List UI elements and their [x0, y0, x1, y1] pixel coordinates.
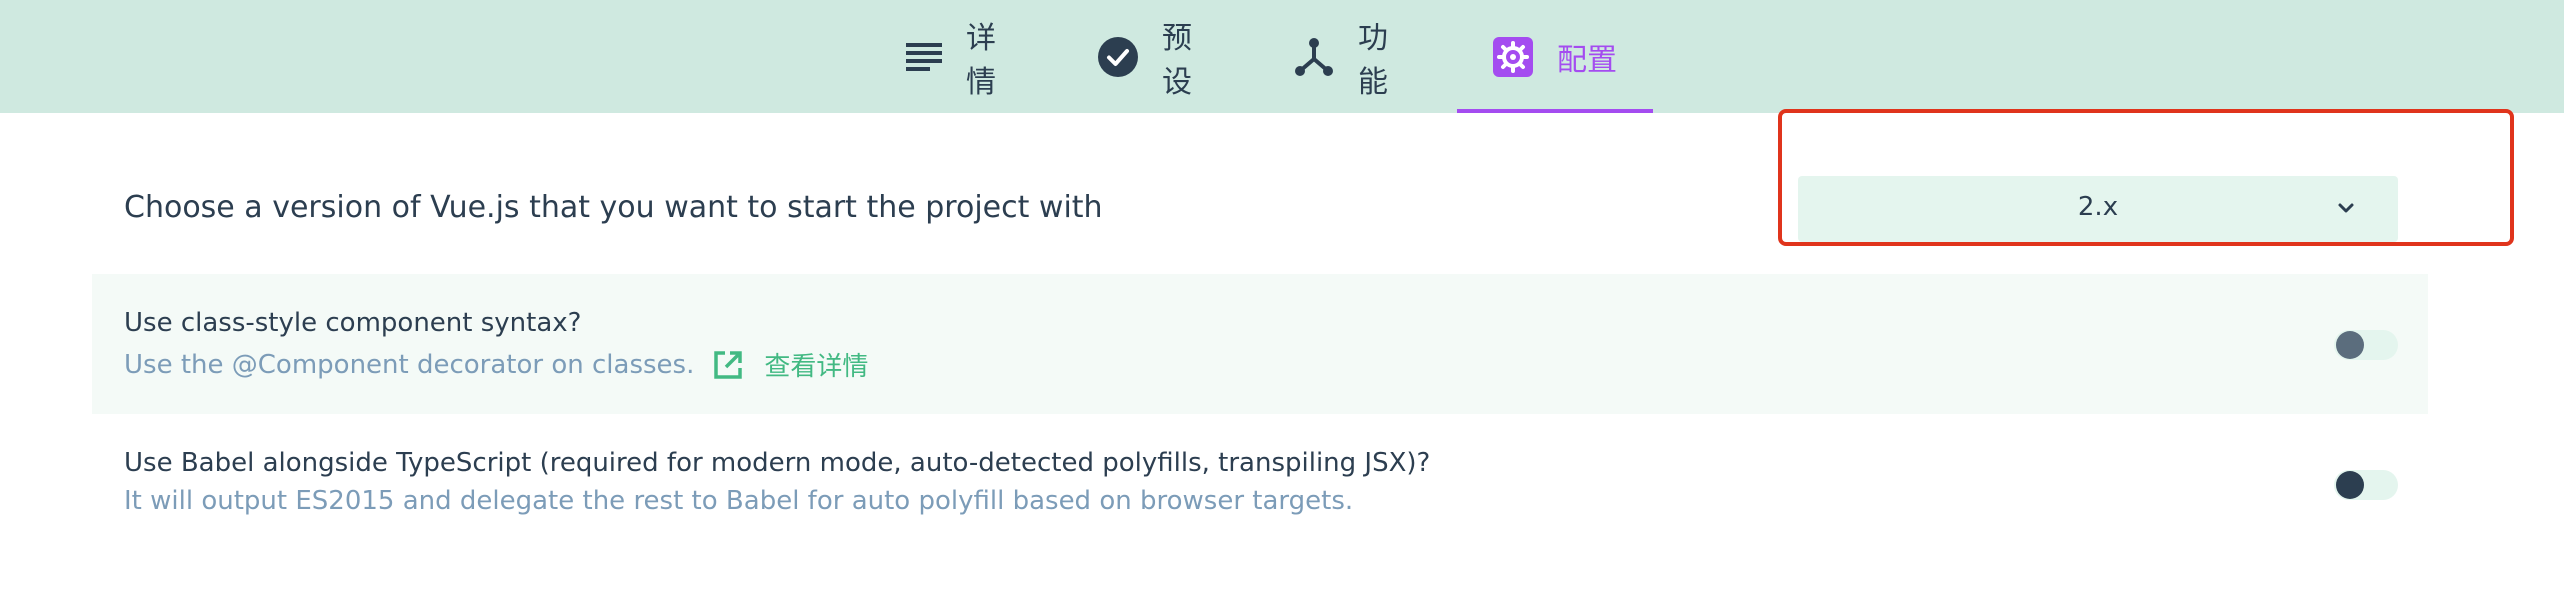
chevron-down-icon [2334, 196, 2358, 220]
toggle-knob [2336, 331, 2364, 359]
tab-config[interactable]: 配置 [1457, 0, 1653, 113]
top-navigation-bar: 详情 预设 功能 配置 [0, 0, 2564, 113]
babel-description: It will output ES2015 and delegate the r… [124, 486, 1354, 516]
babel-toggle[interactable] [2334, 470, 2398, 500]
babel-title: Use Babel alongside TypeScript (required… [124, 448, 1431, 478]
gear-icon [1493, 36, 1533, 77]
vue-version-select[interactable]: 2.x [1798, 176, 2398, 242]
class-style-description: Use the @Component decorator on classes. [124, 349, 695, 380]
tab-presets[interactable]: 预设 [1098, 0, 1192, 113]
external-link-icon [712, 349, 744, 381]
vue-version-label: Choose a version of Vue.js that you want… [124, 190, 1103, 225]
tab-config-label: 配置 [1557, 42, 1617, 78]
more-info-link[interactable]: 查看详情 [712, 346, 868, 383]
tab-details-label: 详情 [966, 20, 996, 100]
list-icon [906, 37, 942, 77]
class-style-option: Use class-style component syntax? Use th… [92, 274, 2428, 414]
class-style-title: Use class-style component syntax? [124, 308, 582, 338]
check-circle-icon [1098, 36, 1138, 77]
tab-presets-label: 预设 [1162, 20, 1192, 100]
vue-version-value: 2.x [2077, 192, 2119, 222]
more-info-link-label: 查看详情 [764, 352, 869, 382]
toggle-knob [2336, 471, 2364, 499]
tab-features[interactable]: 功能 [1294, 0, 1388, 113]
fork-icon [1294, 37, 1334, 77]
tab-features-label: 功能 [1358, 20, 1388, 100]
class-style-description-row: Use the @Component decorator on classes.… [124, 346, 868, 383]
class-style-toggle[interactable] [2334, 330, 2398, 360]
babel-option: Use Babel alongside TypeScript (required… [92, 414, 2428, 554]
vue-version-row: Choose a version of Vue.js that you want… [92, 170, 2428, 248]
tab-details[interactable]: 详情 [906, 0, 1000, 113]
